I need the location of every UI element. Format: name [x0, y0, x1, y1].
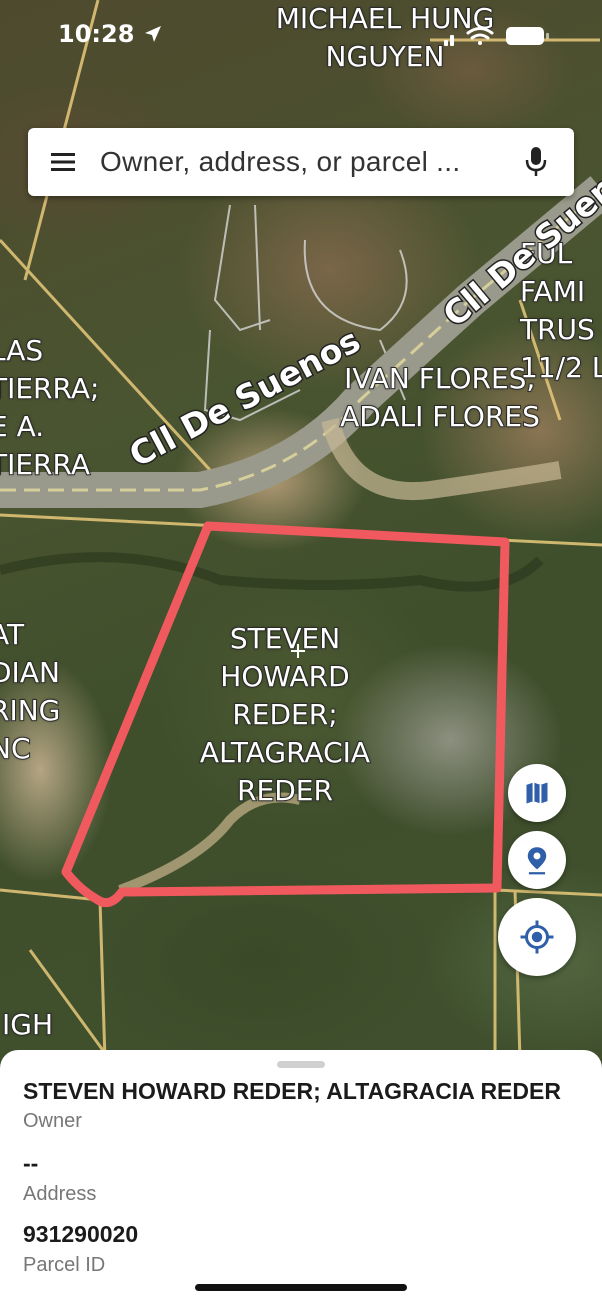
- my-location-button[interactable]: [498, 898, 576, 976]
- map-icon: [526, 782, 548, 804]
- sheet-grabber[interactable]: [277, 1061, 325, 1068]
- owner-label-left-parcel: AT DIAN RING NC: [0, 617, 61, 766]
- address-value: --: [23, 1150, 39, 1176]
- wifi-icon: [466, 27, 494, 45]
- microphone-icon: [525, 147, 547, 176]
- search-input[interactable]: [98, 145, 498, 179]
- home-indicator[interactable]: [195, 1284, 407, 1291]
- menu-button[interactable]: [28, 128, 98, 196]
- hamburger-menu-icon: [51, 153, 75, 171]
- owner-label: Owner: [23, 1110, 82, 1132]
- location-arrow-icon: [144, 26, 161, 42]
- battery-icon: [506, 27, 549, 45]
- parcel-details-sheet[interactable]: STEVEN HOWARD REDER; ALTAGRACIA REDER Ow…: [0, 1050, 602, 1303]
- status-icons: [444, 24, 554, 48]
- map-type-button[interactable]: [508, 764, 566, 822]
- location-pin-icon: [527, 847, 547, 875]
- owner-label-bottom-left: IGH: [1, 1007, 54, 1042]
- owner-name: STEVEN HOWARD REDER; ALTAGRACIA REDER: [23, 1078, 561, 1104]
- search-bar: [28, 128, 574, 196]
- voice-search-button[interactable]: [498, 128, 574, 196]
- crosshair-location-icon: [520, 920, 554, 954]
- parcel-id-value: 931290020: [23, 1221, 139, 1247]
- status-time: 10:28: [58, 20, 163, 48]
- address-label: Address: [23, 1183, 97, 1205]
- owner-label-reder: STEVEN HOWARD REDER; ALTAGRACIA REDER: [199, 621, 371, 808]
- parcel-id-label: Parcel ID: [23, 1254, 106, 1276]
- drop-pin-button[interactable]: [508, 831, 566, 889]
- owner-label-tierra: LAS TIERRA; E A. TIERRA: [0, 333, 100, 482]
- signal-icon: [444, 35, 454, 46]
